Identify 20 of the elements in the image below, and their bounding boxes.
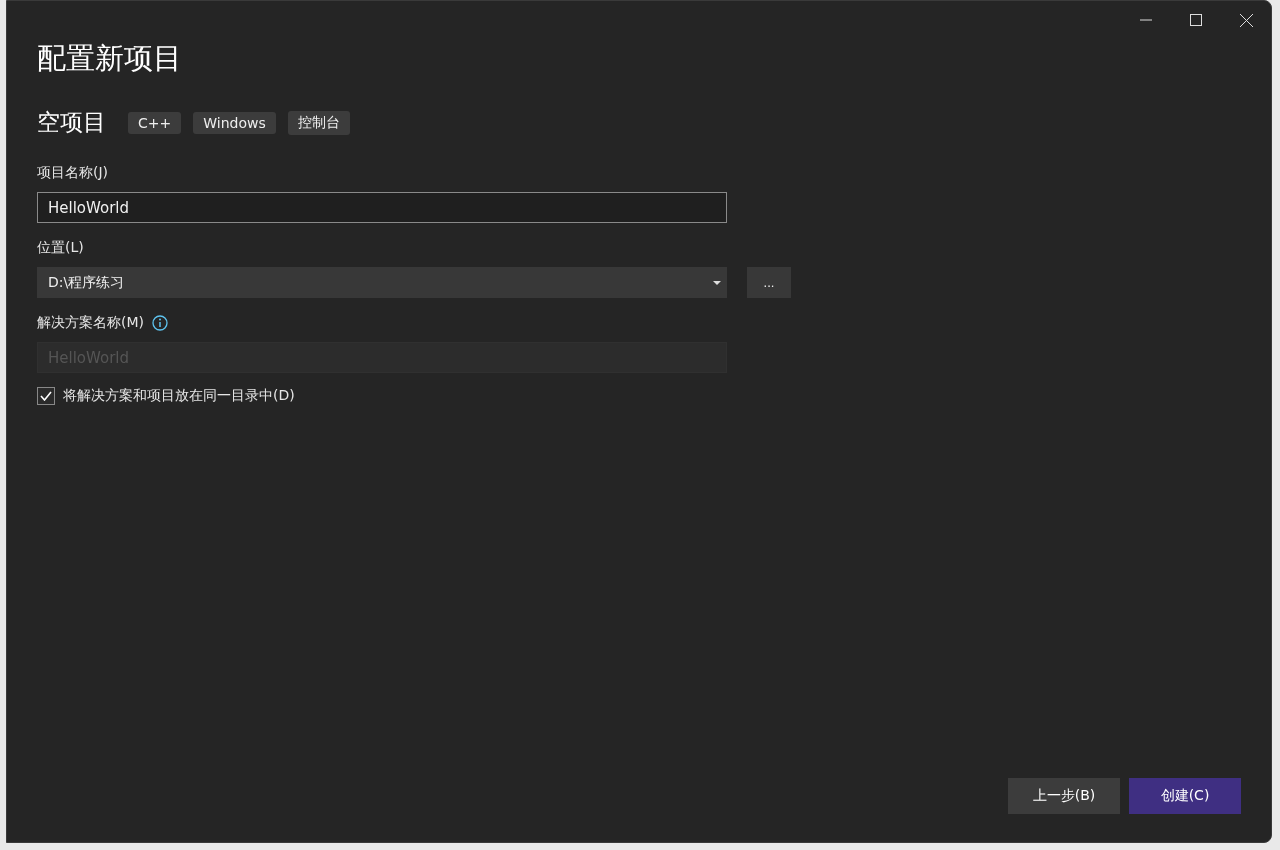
minimize-icon: [1140, 19, 1152, 21]
field-label: 解决方案名称(M): [37, 314, 144, 332]
checkbox-label: 将解决方案和项目放在同一目录中(D): [63, 387, 295, 405]
tag: C++: [128, 111, 182, 134]
caret-icon: [713, 280, 721, 285]
create-button[interactable]: 创建(C): [1129, 778, 1241, 814]
dropdown-value: D:\程序练习: [48, 273, 125, 292]
template-name: 空项目: [37, 108, 106, 137]
tag: Windows: [193, 111, 276, 134]
checkbox[interactable]: [37, 387, 55, 405]
tag: 控制台: [287, 110, 350, 135]
field-label: 项目名称(J): [37, 164, 109, 182]
maximize-icon: [1190, 14, 1202, 26]
field-label: 位置(L): [37, 239, 84, 257]
input-field[interactable]: HelloWorld: [37, 192, 727, 223]
window-title: 配置新项目: [37, 40, 182, 77]
browse-button[interactable]: ...: [747, 267, 791, 298]
close-icon: [1239, 13, 1253, 27]
back-button[interactable]: 上一步(B): [1008, 778, 1120, 814]
location-dropdown[interactable]: D:\程序练习: [37, 267, 727, 298]
